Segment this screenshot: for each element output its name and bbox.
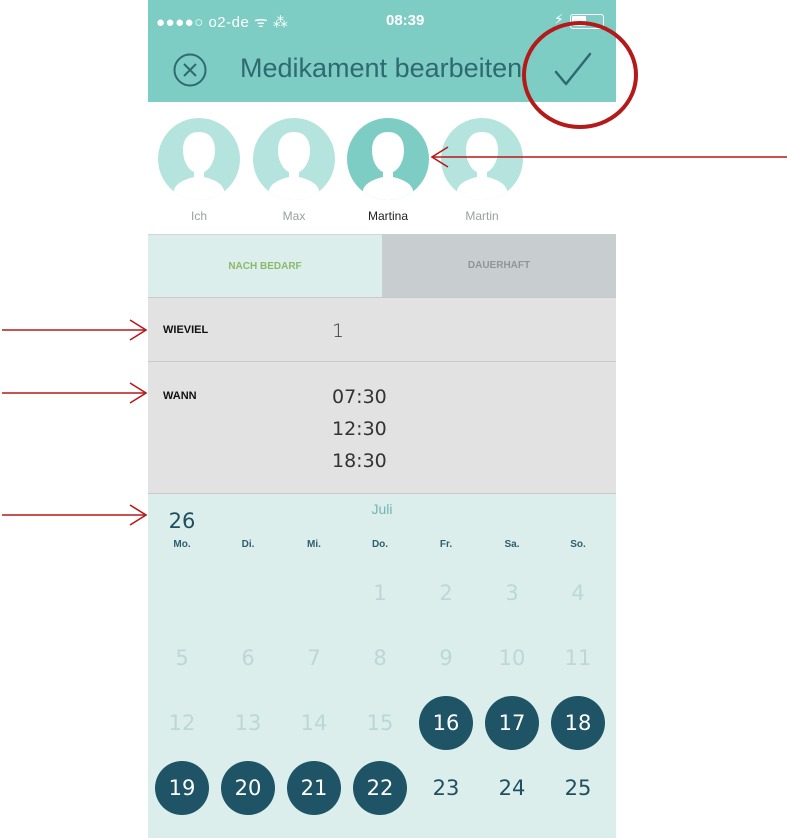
arrow-wann bbox=[2, 382, 148, 404]
arrow-wieviel bbox=[2, 319, 148, 341]
highlight-circle bbox=[522, 21, 638, 129]
arrow-profile bbox=[430, 146, 787, 168]
annotation-overlay bbox=[2, 21, 787, 526]
arrow-calendar bbox=[2, 504, 148, 526]
